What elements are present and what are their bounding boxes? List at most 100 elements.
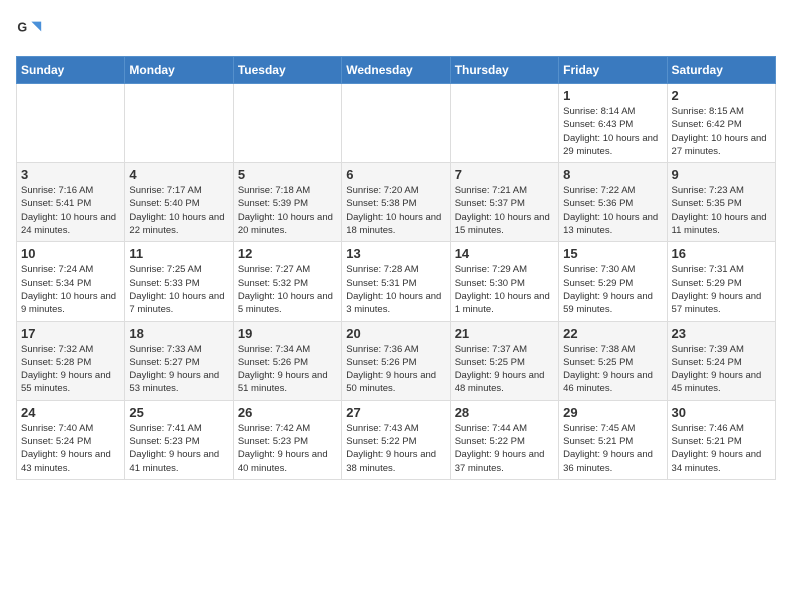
calendar-cell: 21 Sunrise: 7:37 AM Sunset: 5:25 PM Dayli… <box>450 321 558 400</box>
calendar-cell: 3 Sunrise: 7:16 AM Sunset: 5:41 PM Daylig… <box>17 163 125 242</box>
day-number: 10 <box>21 246 120 261</box>
logo-icon: G <box>16 16 44 44</box>
calendar-cell: 2 Sunrise: 8:15 AM Sunset: 6:42 PM Daylig… <box>667 84 775 163</box>
calendar-cell: 15 Sunrise: 7:30 AM Sunset: 5:29 PM Dayli… <box>559 242 667 321</box>
calendar-cell: 27 Sunrise: 7:43 AM Sunset: 5:22 PM Dayli… <box>342 400 450 479</box>
day-number: 19 <box>238 326 337 341</box>
calendar-cell: 10 Sunrise: 7:24 AM Sunset: 5:34 PM Dayli… <box>17 242 125 321</box>
day-info: Sunrise: 7:25 AM Sunset: 5:33 PM Dayligh… <box>129 263 228 316</box>
day-number: 27 <box>346 405 445 420</box>
calendar-cell <box>233 84 341 163</box>
day-info: Sunrise: 7:46 AM Sunset: 5:21 PM Dayligh… <box>672 422 771 475</box>
calendar-cell: 9Sunrise: 7:23 AM Sunset: 5:35 PM Daylig… <box>667 163 775 242</box>
day-info: Sunrise: 7:22 AM Sunset: 5:36 PM Dayligh… <box>563 184 662 237</box>
day-info: Sunrise: 7:43 AM Sunset: 5:22 PM Dayligh… <box>346 422 445 475</box>
calendar-cell <box>17 84 125 163</box>
calendar-cell: 8Sunrise: 7:22 AM Sunset: 5:36 PM Daylig… <box>559 163 667 242</box>
day-number: 23 <box>672 326 771 341</box>
logo: G <box>16 16 48 44</box>
calendar-header-row: SundayMondayTuesdayWednesdayThursdayFrid… <box>17 57 776 84</box>
weekday-header: Monday <box>125 57 233 84</box>
day-info: Sunrise: 7:32 AM Sunset: 5:28 PM Dayligh… <box>21 343 120 396</box>
day-info: Sunrise: 7:38 AM Sunset: 5:25 PM Dayligh… <box>563 343 662 396</box>
day-number: 22 <box>563 326 662 341</box>
weekday-header: Thursday <box>450 57 558 84</box>
day-info: Sunrise: 7:41 AM Sunset: 5:23 PM Dayligh… <box>129 422 228 475</box>
calendar-table: SundayMondayTuesdayWednesdayThursdayFrid… <box>16 56 776 480</box>
day-info: Sunrise: 7:45 AM Sunset: 5:21 PM Dayligh… <box>563 422 662 475</box>
calendar-week-row: 24Sunrise: 7:40 AM Sunset: 5:24 PM Dayli… <box>17 400 776 479</box>
day-number: 21 <box>455 326 554 341</box>
day-number: 26 <box>238 405 337 420</box>
calendar-cell: 29Sunrise: 7:45 AM Sunset: 5:21 PM Dayli… <box>559 400 667 479</box>
day-info: Sunrise: 7:23 AM Sunset: 5:35 PM Dayligh… <box>672 184 771 237</box>
day-info: Sunrise: 7:33 AM Sunset: 5:27 PM Dayligh… <box>129 343 228 396</box>
calendar-cell <box>342 84 450 163</box>
day-info: Sunrise: 7:17 AM Sunset: 5:40 PM Dayligh… <box>129 184 228 237</box>
day-info: Sunrise: 7:37 AM Sunset: 5:25 PM Dayligh… <box>455 343 554 396</box>
day-number: 3 <box>21 167 120 182</box>
day-info: Sunrise: 7:31 AM Sunset: 5:29 PM Dayligh… <box>672 263 771 316</box>
day-info: Sunrise: 7:29 AM Sunset: 5:30 PM Dayligh… <box>455 263 554 316</box>
day-number: 24 <box>21 405 120 420</box>
calendar-cell: 18 Sunrise: 7:33 AM Sunset: 5:27 PM Dayli… <box>125 321 233 400</box>
calendar-cell: 22 Sunrise: 7:38 AM Sunset: 5:25 PM Dayli… <box>559 321 667 400</box>
day-info: Sunrise: 7:20 AM Sunset: 5:38 PM Dayligh… <box>346 184 445 237</box>
day-number: 30 <box>672 405 771 420</box>
day-number: 11 <box>129 246 228 261</box>
day-number: 5 <box>238 167 337 182</box>
calendar-week-row: 3 Sunrise: 7:16 AM Sunset: 5:41 PM Daylig… <box>17 163 776 242</box>
day-info: Sunrise: 7:36 AM Sunset: 5:26 PM Dayligh… <box>346 343 445 396</box>
calendar-cell: 11 Sunrise: 7:25 AM Sunset: 5:33 PM Dayli… <box>125 242 233 321</box>
day-number: 13 <box>346 246 445 261</box>
calendar-cell: 7Sunrise: 7:21 AM Sunset: 5:37 PM Daylig… <box>450 163 558 242</box>
calendar-cell: 28 Sunrise: 7:44 AM Sunset: 5:22 PM Dayli… <box>450 400 558 479</box>
calendar-cell: 23 Sunrise: 7:39 AM Sunset: 5:24 PM Dayli… <box>667 321 775 400</box>
day-info: Sunrise: 7:44 AM Sunset: 5:22 PM Dayligh… <box>455 422 554 475</box>
day-info: Sunrise: 7:24 AM Sunset: 5:34 PM Dayligh… <box>21 263 120 316</box>
calendar-cell <box>125 84 233 163</box>
calendar-cell: 12 Sunrise: 7:27 AM Sunset: 5:32 PM Dayli… <box>233 242 341 321</box>
calendar-cell: 13Sunrise: 7:28 AM Sunset: 5:31 PM Dayli… <box>342 242 450 321</box>
calendar-cell: 20Sunrise: 7:36 AM Sunset: 5:26 PM Dayli… <box>342 321 450 400</box>
weekday-header: Friday <box>559 57 667 84</box>
calendar-cell: 19 Sunrise: 7:34 AM Sunset: 5:26 PM Dayli… <box>233 321 341 400</box>
calendar-cell: 6Sunrise: 7:20 AM Sunset: 5:38 PM Daylig… <box>342 163 450 242</box>
day-info: Sunrise: 7:27 AM Sunset: 5:32 PM Dayligh… <box>238 263 337 316</box>
calendar-week-row: 17 Sunrise: 7:32 AM Sunset: 5:28 PM Dayli… <box>17 321 776 400</box>
svg-text:G: G <box>17 20 27 34</box>
calendar-cell: 24Sunrise: 7:40 AM Sunset: 5:24 PM Dayli… <box>17 400 125 479</box>
weekday-header: Sunday <box>17 57 125 84</box>
day-number: 17 <box>21 326 120 341</box>
calendar-week-row: 10 Sunrise: 7:24 AM Sunset: 5:34 PM Dayli… <box>17 242 776 321</box>
day-info: Sunrise: 7:30 AM Sunset: 5:29 PM Dayligh… <box>563 263 662 316</box>
calendar-cell <box>450 84 558 163</box>
page-header: G <box>16 16 776 44</box>
calendar-week-row: 1Sunrise: 8:14 AM Sunset: 6:43 PM Daylig… <box>17 84 776 163</box>
day-number: 12 <box>238 246 337 261</box>
day-info: Sunrise: 7:39 AM Sunset: 5:24 PM Dayligh… <box>672 343 771 396</box>
calendar-cell: 1Sunrise: 8:14 AM Sunset: 6:43 PM Daylig… <box>559 84 667 163</box>
day-info: Sunrise: 7:34 AM Sunset: 5:26 PM Dayligh… <box>238 343 337 396</box>
day-number: 28 <box>455 405 554 420</box>
calendar-cell: 16 Sunrise: 7:31 AM Sunset: 5:29 PM Dayli… <box>667 242 775 321</box>
day-number: 15 <box>563 246 662 261</box>
calendar-cell: 26Sunrise: 7:42 AM Sunset: 5:23 PM Dayli… <box>233 400 341 479</box>
day-number: 2 <box>672 88 771 103</box>
calendar-cell: 17 Sunrise: 7:32 AM Sunset: 5:28 PM Dayli… <box>17 321 125 400</box>
weekday-header: Tuesday <box>233 57 341 84</box>
day-number: 25 <box>129 405 228 420</box>
day-number: 7 <box>455 167 554 182</box>
calendar-cell: 4 Sunrise: 7:17 AM Sunset: 5:40 PM Daylig… <box>125 163 233 242</box>
calendar-cell: 25 Sunrise: 7:41 AM Sunset: 5:23 PM Dayli… <box>125 400 233 479</box>
calendar-cell: 14Sunrise: 7:29 AM Sunset: 5:30 PM Dayli… <box>450 242 558 321</box>
day-number: 16 <box>672 246 771 261</box>
day-number: 4 <box>129 167 228 182</box>
weekday-header: Saturday <box>667 57 775 84</box>
day-number: 18 <box>129 326 228 341</box>
day-info: Sunrise: 7:16 AM Sunset: 5:41 PM Dayligh… <box>21 184 120 237</box>
day-info: Sunrise: 7:18 AM Sunset: 5:39 PM Dayligh… <box>238 184 337 237</box>
calendar-cell: 5 Sunrise: 7:18 AM Sunset: 5:39 PM Daylig… <box>233 163 341 242</box>
day-info: Sunrise: 8:15 AM Sunset: 6:42 PM Dayligh… <box>672 105 771 158</box>
weekday-header: Wednesday <box>342 57 450 84</box>
